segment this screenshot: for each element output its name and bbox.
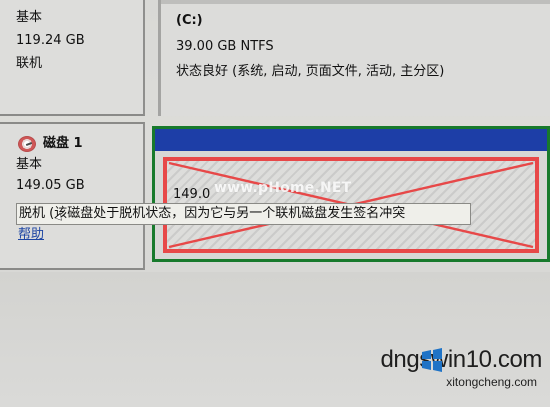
disk-1-partition-size: 149.0 (173, 187, 211, 202)
offline-disk-icon (18, 136, 36, 152)
site-branding: dngswin10.com xitongcheng.com (342, 346, 542, 400)
offline-tooltip: 脱机 (该磁盘处于脱机状态，因为它与另一个联机磁盘发生签名冲突 (16, 203, 471, 225)
help-link[interactable]: 帮助 (18, 223, 44, 242)
partition-c-size-fs: 39.00 GB NTFS (176, 39, 274, 54)
disk-0-panel: 基本 119.24 GB 联机 (0, 0, 145, 116)
brand-main-text: dngswin10.com (380, 346, 542, 373)
center-watermark: www.pHome.NET (214, 180, 352, 196)
disk-0-status: 联机 (16, 56, 43, 71)
brand-sub-text: xitongcheng.com (446, 375, 537, 389)
partition-c-drive-label: (C:) (176, 13, 203, 28)
disk-management-view: 基本 119.24 GB 联机 (C:) 39.00 GB NTFS 状态良好 … (0, 0, 550, 407)
partition-header-strip (155, 129, 547, 151)
disk-1-panel[interactable]: 磁盘 1 基本 149.05 GB 帮助 (0, 122, 145, 270)
disk-1-size: 149.05 GB (16, 178, 85, 193)
disk-1-name: 磁盘 1 (43, 136, 83, 151)
partition-c-health: 状态良好 (系统, 启动, 页面文件, 活动, 主分区) (176, 64, 445, 79)
disk-0-size: 119.24 GB (16, 33, 85, 48)
disk-1-type: 基本 (16, 157, 43, 172)
disk-0-type: 基本 (16, 10, 43, 25)
disk-row-top: 基本 119.24 GB 联机 (C:) 39.00 GB NTFS 状态良好 … (0, 0, 550, 116)
partition-c-card[interactable]: (C:) 39.00 GB NTFS 状态良好 (系统, 启动, 页面文件, 活… (158, 0, 550, 116)
